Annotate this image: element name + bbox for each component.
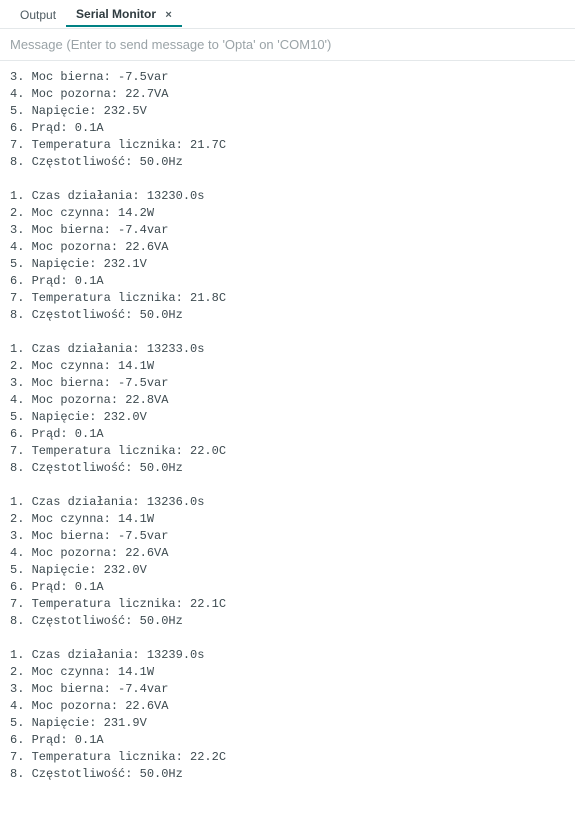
log-line: 4. Moc pozorna: 22.8VA [10, 392, 565, 409]
log-line: 1. Czas działania: 13239.0s [10, 647, 565, 664]
log-line: 2. Moc czynna: 14.1W [10, 664, 565, 681]
log-line: 5. Napięcie: 232.0V [10, 409, 565, 426]
log-line: 2. Moc czynna: 14.2W [10, 205, 565, 222]
log-line: 8. Częstotliwość: 50.0Hz [10, 766, 565, 783]
log-line: 7. Temperatura licznika: 22.1C [10, 596, 565, 613]
log-line: 8. Częstotliwość: 50.0Hz [10, 307, 565, 324]
serial-output: 3. Moc bierna: -7.5var4. Moc pozorna: 22… [0, 61, 575, 833]
log-line: 3. Moc bierna: -7.5var [10, 375, 565, 392]
log-line: 6. Prąd: 0.1A [10, 120, 565, 137]
log-line: 8. Częstotliwość: 50.0Hz [10, 613, 565, 630]
log-line: 7. Temperatura licznika: 22.0C [10, 443, 565, 460]
blank-line [10, 171, 565, 188]
log-line: 1. Czas działania: 13233.0s [10, 341, 565, 358]
tab-output[interactable]: Output [10, 2, 66, 26]
log-line: 6. Prąd: 0.1A [10, 732, 565, 749]
log-line: 7. Temperatura licznika: 21.8C [10, 290, 565, 307]
blank-line [10, 324, 565, 341]
tab-output-label: Output [20, 8, 56, 22]
log-line: 3. Moc bierna: -7.5var [10, 69, 565, 86]
log-line: 3. Moc bierna: -7.5var [10, 528, 565, 545]
log-line: 1. Czas działania: 13236.0s [10, 494, 565, 511]
log-line: 4. Moc pozorna: 22.6VA [10, 698, 565, 715]
log-line: 6. Prąd: 0.1A [10, 426, 565, 443]
log-line: 3. Moc bierna: -7.4var [10, 222, 565, 239]
message-input[interactable] [8, 33, 567, 56]
log-line: 5. Napięcie: 231.9V [10, 715, 565, 732]
close-icon[interactable]: × [165, 9, 171, 21]
log-line: 4. Moc pozorna: 22.6VA [10, 239, 565, 256]
blank-line [10, 630, 565, 647]
log-line: 8. Częstotliwość: 50.0Hz [10, 154, 565, 171]
message-row [0, 28, 575, 61]
log-line: 1. Czas działania: 13230.0s [10, 188, 565, 205]
log-line: 5. Napięcie: 232.0V [10, 562, 565, 579]
log-line: 8. Częstotliwość: 50.0Hz [10, 460, 565, 477]
log-line: 4. Moc pozorna: 22.6VA [10, 545, 565, 562]
log-line: 5. Napięcie: 232.5V [10, 103, 565, 120]
log-line: 2. Moc czynna: 14.1W [10, 511, 565, 528]
tab-serial-label: Serial Monitor [76, 7, 156, 21]
tab-bar: Output Serial Monitor × [0, 0, 575, 28]
log-line: 6. Prąd: 0.1A [10, 579, 565, 596]
log-line: 7. Temperatura licznika: 22.2C [10, 749, 565, 766]
tab-serial-monitor[interactable]: Serial Monitor × [66, 1, 182, 27]
log-line: 4. Moc pozorna: 22.7VA [10, 86, 565, 103]
log-line: 5. Napięcie: 232.1V [10, 256, 565, 273]
log-line: 3. Moc bierna: -7.4var [10, 681, 565, 698]
log-line: 7. Temperatura licznika: 21.7C [10, 137, 565, 154]
log-line: 2. Moc czynna: 14.1W [10, 358, 565, 375]
blank-line [10, 477, 565, 494]
log-line: 6. Prąd: 0.1A [10, 273, 565, 290]
